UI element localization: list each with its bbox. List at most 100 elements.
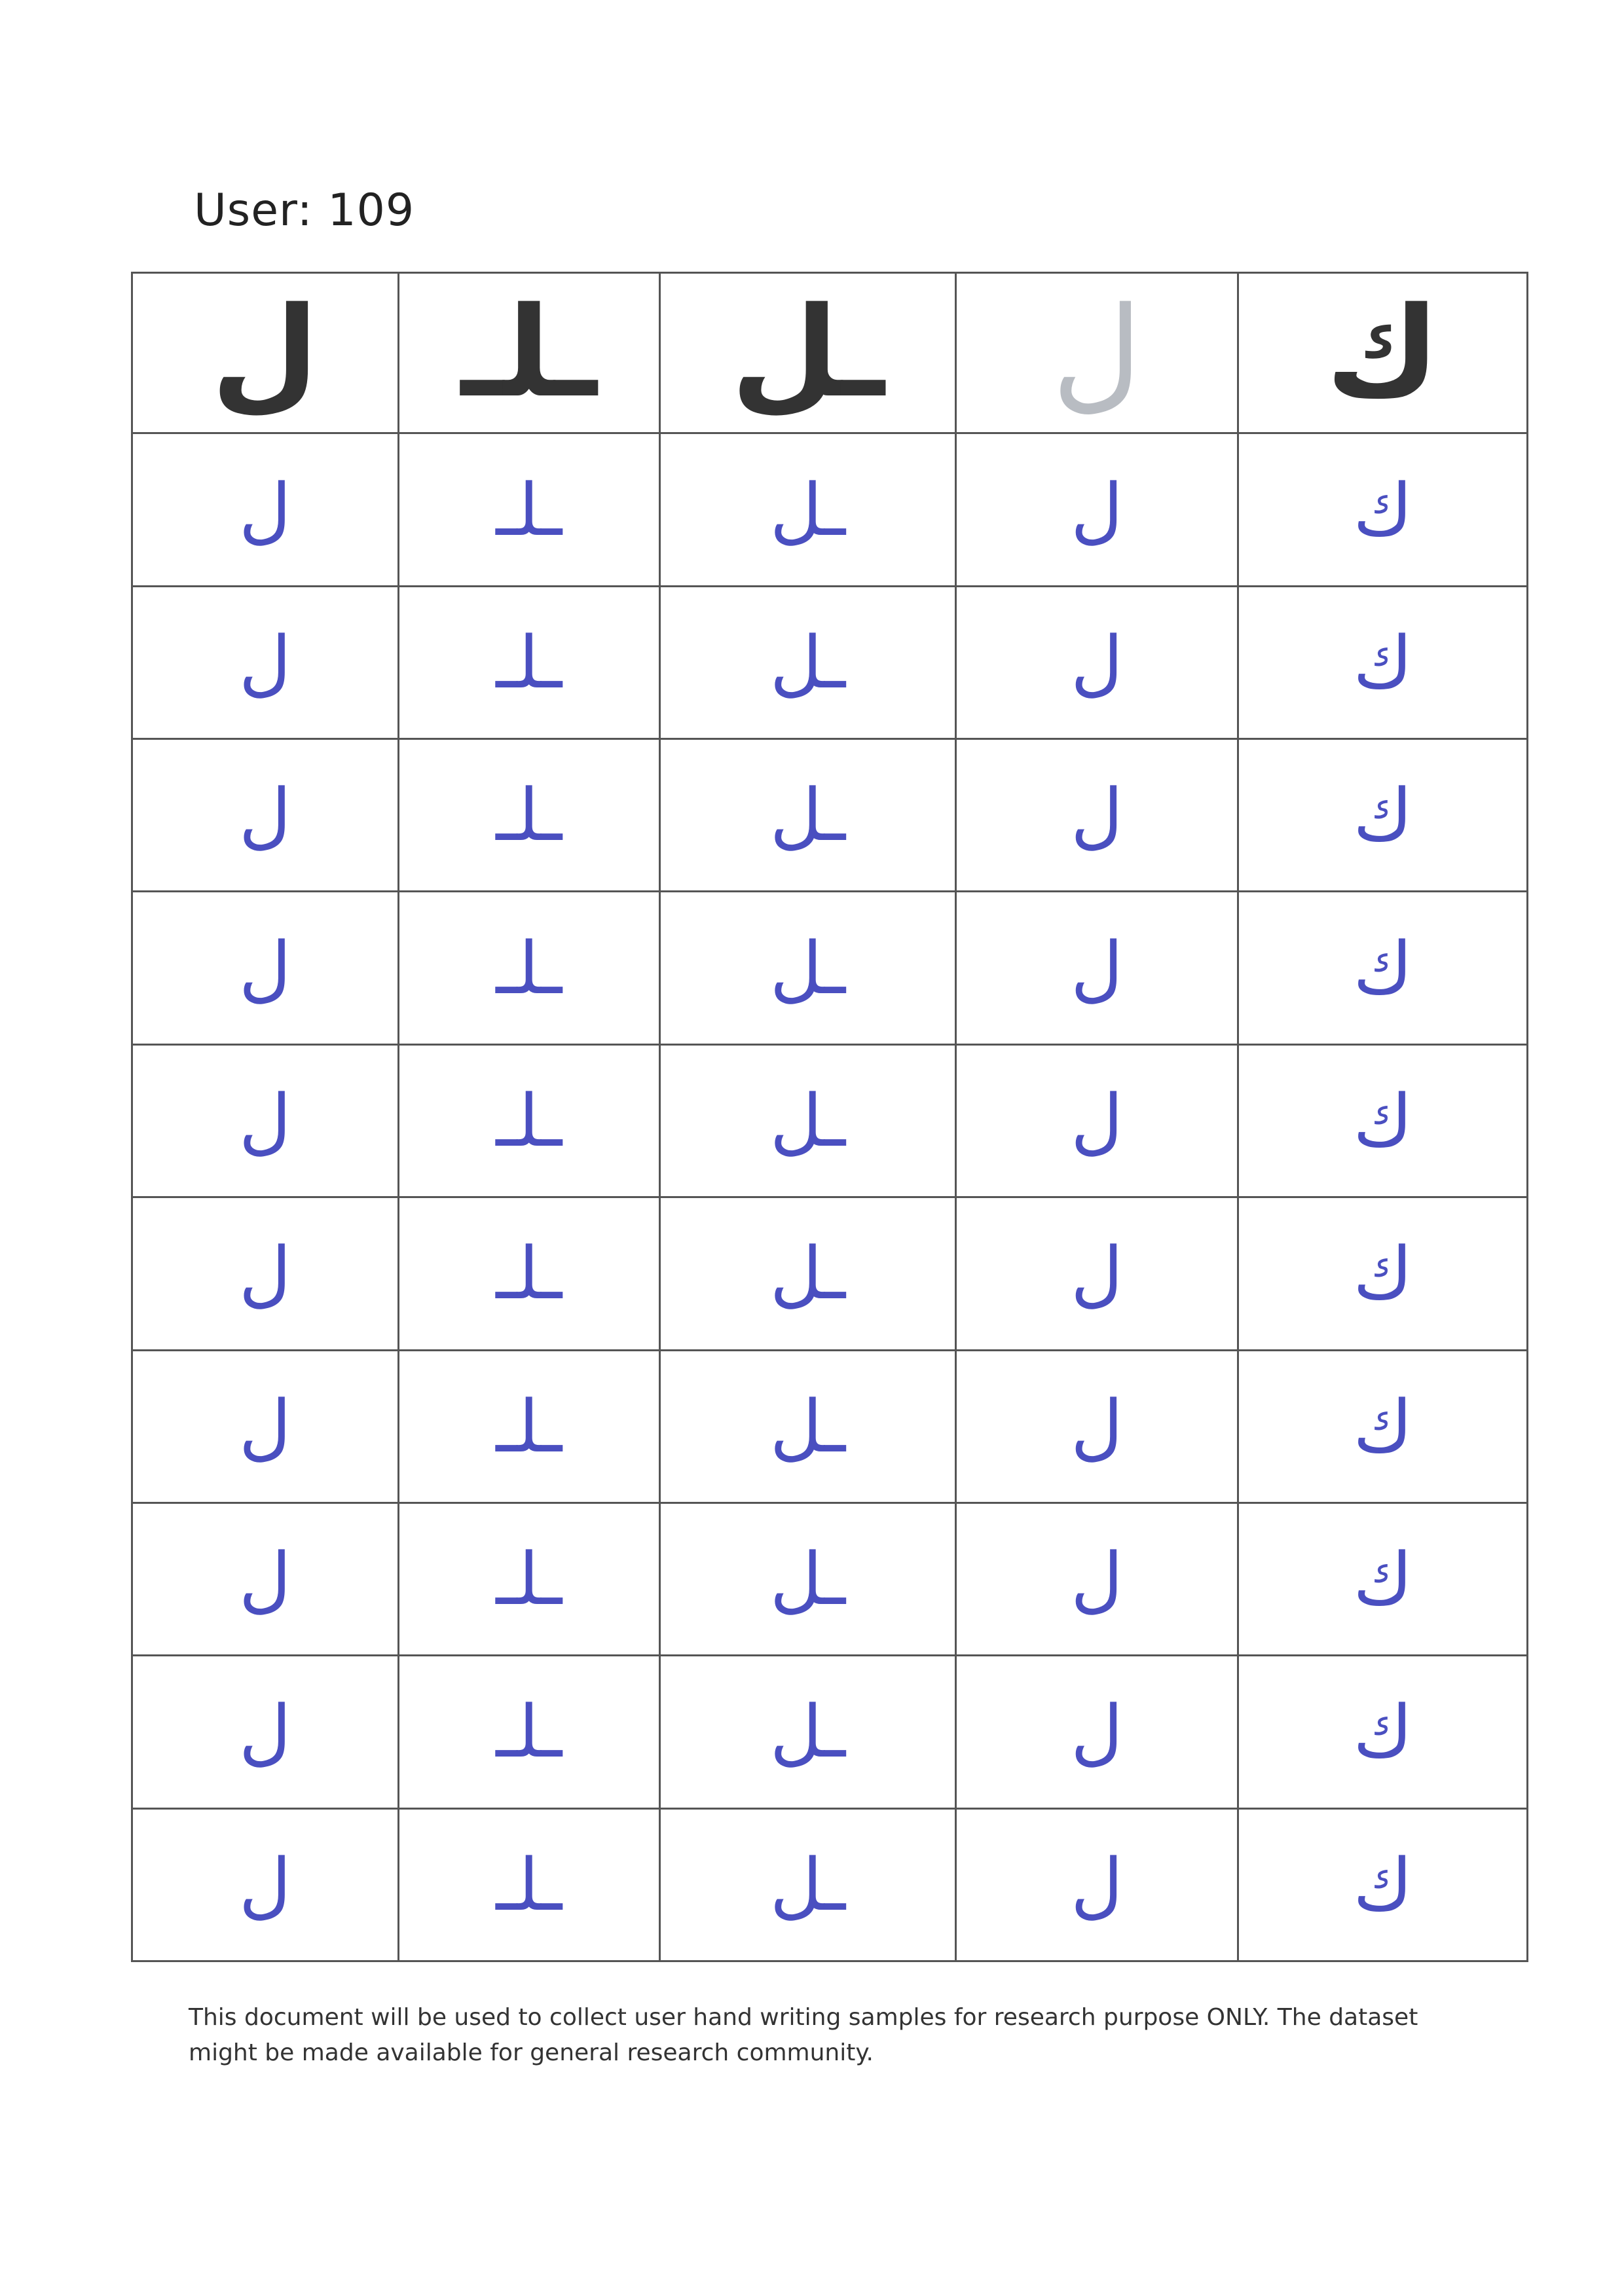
reference-glyph: ل bbox=[1051, 280, 1143, 426]
handwritten-glyph: ل bbox=[1071, 1537, 1123, 1622]
sample-row: ل ـلـ ـل ل ك bbox=[131, 1501, 1528, 1657]
reference-glyph: ـل bbox=[731, 280, 885, 426]
handwritten-glyph: ـل bbox=[769, 1690, 846, 1774]
handwritten-glyph: ل bbox=[238, 773, 291, 858]
handwritten-glyph: ـلـ bbox=[496, 467, 563, 552]
handwritten-glyph: ـل bbox=[769, 926, 846, 1010]
handwritten-glyph: ك bbox=[1353, 1078, 1412, 1163]
handwritten-glyph: ـلـ bbox=[496, 1078, 563, 1163]
sample-cell: ل bbox=[954, 738, 1240, 893]
handwritten-glyph: ل bbox=[1071, 1690, 1123, 1774]
handwritten-glyph: ـل bbox=[769, 467, 846, 552]
handwritten-glyph: ل bbox=[238, 620, 291, 704]
sample-cell: ك bbox=[1237, 738, 1528, 893]
reference-cell: ـلـ bbox=[397, 271, 661, 435]
handwritten-glyph: ك bbox=[1353, 620, 1412, 704]
sample-cell: ل bbox=[131, 1043, 399, 1199]
sample-row: ل ـلـ ـل ل ك bbox=[131, 585, 1528, 740]
handwritten-glyph: ك bbox=[1353, 1231, 1412, 1316]
handwritten-glyph: ك bbox=[1353, 1537, 1412, 1622]
sample-row: ل ـلـ ـل ل ك bbox=[131, 1349, 1528, 1504]
handwritten-glyph: ـلـ bbox=[496, 620, 563, 704]
handwritten-glyph: ـلـ bbox=[496, 1384, 563, 1468]
handwritten-glyph: ك bbox=[1353, 773, 1412, 858]
sample-cell: ل bbox=[954, 1043, 1240, 1199]
handwritten-glyph: ل bbox=[1071, 926, 1123, 1010]
reference-glyph: ك bbox=[1325, 280, 1440, 426]
handwritten-glyph: ل bbox=[1071, 467, 1123, 552]
sample-cell: ل bbox=[954, 585, 1240, 740]
sample-cell: ـل bbox=[659, 1501, 957, 1657]
reference-cell: ل bbox=[954, 271, 1240, 435]
handwritten-glyph: ك bbox=[1353, 467, 1412, 552]
handwritten-glyph: ـل bbox=[769, 1842, 846, 1927]
sample-cell: ـلـ bbox=[397, 738, 661, 893]
sample-cell: ـل bbox=[659, 1654, 957, 1810]
sample-cell: ك bbox=[1237, 585, 1528, 740]
sample-cell: ل bbox=[131, 738, 399, 893]
handwritten-glyph: ل bbox=[238, 1690, 291, 1774]
sample-cell: ل bbox=[954, 1349, 1240, 1504]
sample-cell: ك bbox=[1237, 1807, 1528, 1963]
handwritten-glyph: ل bbox=[1071, 773, 1123, 858]
handwritten-glyph: ـلـ bbox=[496, 926, 563, 1010]
handwritten-glyph: ل bbox=[238, 467, 291, 552]
research-disclaimer: This document will be used to collect us… bbox=[189, 2004, 1418, 2066]
sample-row: ل ـلـ ـل ل ك bbox=[131, 432, 1528, 587]
sample-cell: ـل bbox=[659, 1043, 957, 1199]
sample-cell: ل bbox=[131, 432, 399, 587]
reference-cell: ـل bbox=[659, 271, 957, 435]
handwritten-glyph: ـل bbox=[769, 1078, 846, 1163]
handwritten-glyph: ـل bbox=[769, 773, 846, 858]
sample-cell: ـل bbox=[659, 432, 957, 587]
sample-cell: ل bbox=[131, 1807, 399, 1963]
handwritten-glyph: ل bbox=[238, 1384, 291, 1468]
sample-cell: ل bbox=[954, 432, 1240, 587]
reference-glyph: ل bbox=[211, 280, 320, 426]
sample-cell: ل bbox=[954, 1654, 1240, 1810]
handwritten-glyph: ـلـ bbox=[496, 1842, 563, 1927]
reference-glyph: ـلـ bbox=[461, 280, 597, 426]
sample-cell: ك bbox=[1237, 432, 1528, 587]
handwritten-glyph: ل bbox=[238, 926, 291, 1010]
document-page: User: 109 ل ـلـ ـل ل ك ل ـلـ ـل ل ك ل ـلـ ـل ل ك ل… bbox=[0, 0, 1624, 2296]
sample-cell: ل bbox=[131, 1349, 399, 1504]
sample-cell: ـلـ bbox=[397, 1043, 661, 1199]
reference-row: ل ـلـ ـل ل ك bbox=[131, 271, 1528, 435]
handwritten-glyph: ل bbox=[238, 1078, 291, 1163]
handwritten-glyph: ك bbox=[1353, 926, 1412, 1010]
handwritten-glyph: ـل bbox=[769, 620, 846, 704]
sample-cell: ل bbox=[954, 1501, 1240, 1657]
sample-cell: ـلـ bbox=[397, 1807, 661, 1963]
handwritten-glyph: ـلـ bbox=[496, 1537, 563, 1622]
sample-cell: ـلـ bbox=[397, 432, 661, 587]
sample-cell: ـل bbox=[659, 738, 957, 893]
sample-row: ل ـلـ ـل ل ك bbox=[131, 1196, 1528, 1351]
handwritten-glyph: ـل bbox=[769, 1537, 846, 1622]
sample-cell: ل bbox=[131, 890, 399, 1046]
sample-cell: ـلـ bbox=[397, 1501, 661, 1657]
sample-cell: ل bbox=[131, 1501, 399, 1657]
handwritten-glyph: ك bbox=[1353, 1384, 1412, 1468]
handwritten-glyph: ـل bbox=[769, 1231, 846, 1316]
sample-cell: ـلـ bbox=[397, 1349, 661, 1504]
sample-cell: ل bbox=[954, 890, 1240, 1046]
reference-cell: ل bbox=[131, 271, 399, 435]
handwritten-glyph: ل bbox=[1071, 1231, 1123, 1316]
sample-row: ل ـلـ ـل ل ك bbox=[131, 1654, 1528, 1810]
handwritten-glyph: ـلـ bbox=[496, 1690, 563, 1774]
handwritten-glyph: ل bbox=[238, 1842, 291, 1927]
sample-row: ل ـلـ ـل ل ك bbox=[131, 890, 1528, 1046]
sample-cell: ك bbox=[1237, 1654, 1528, 1810]
sample-cell: ك bbox=[1237, 1196, 1528, 1351]
sample-cell: ـل bbox=[659, 1349, 957, 1504]
sample-cell: ـل bbox=[659, 1807, 957, 1963]
sample-cell: ـل bbox=[659, 890, 957, 1046]
sample-cell: ك bbox=[1237, 1043, 1528, 1199]
sample-cell: ـلـ bbox=[397, 1196, 661, 1351]
handwritten-glyph: ك bbox=[1353, 1690, 1412, 1774]
sample-row: ل ـلـ ـل ل ك bbox=[131, 738, 1528, 893]
reference-cell: ك bbox=[1237, 271, 1528, 435]
sample-cell: ل bbox=[131, 1196, 399, 1351]
sample-cell: ك bbox=[1237, 890, 1528, 1046]
